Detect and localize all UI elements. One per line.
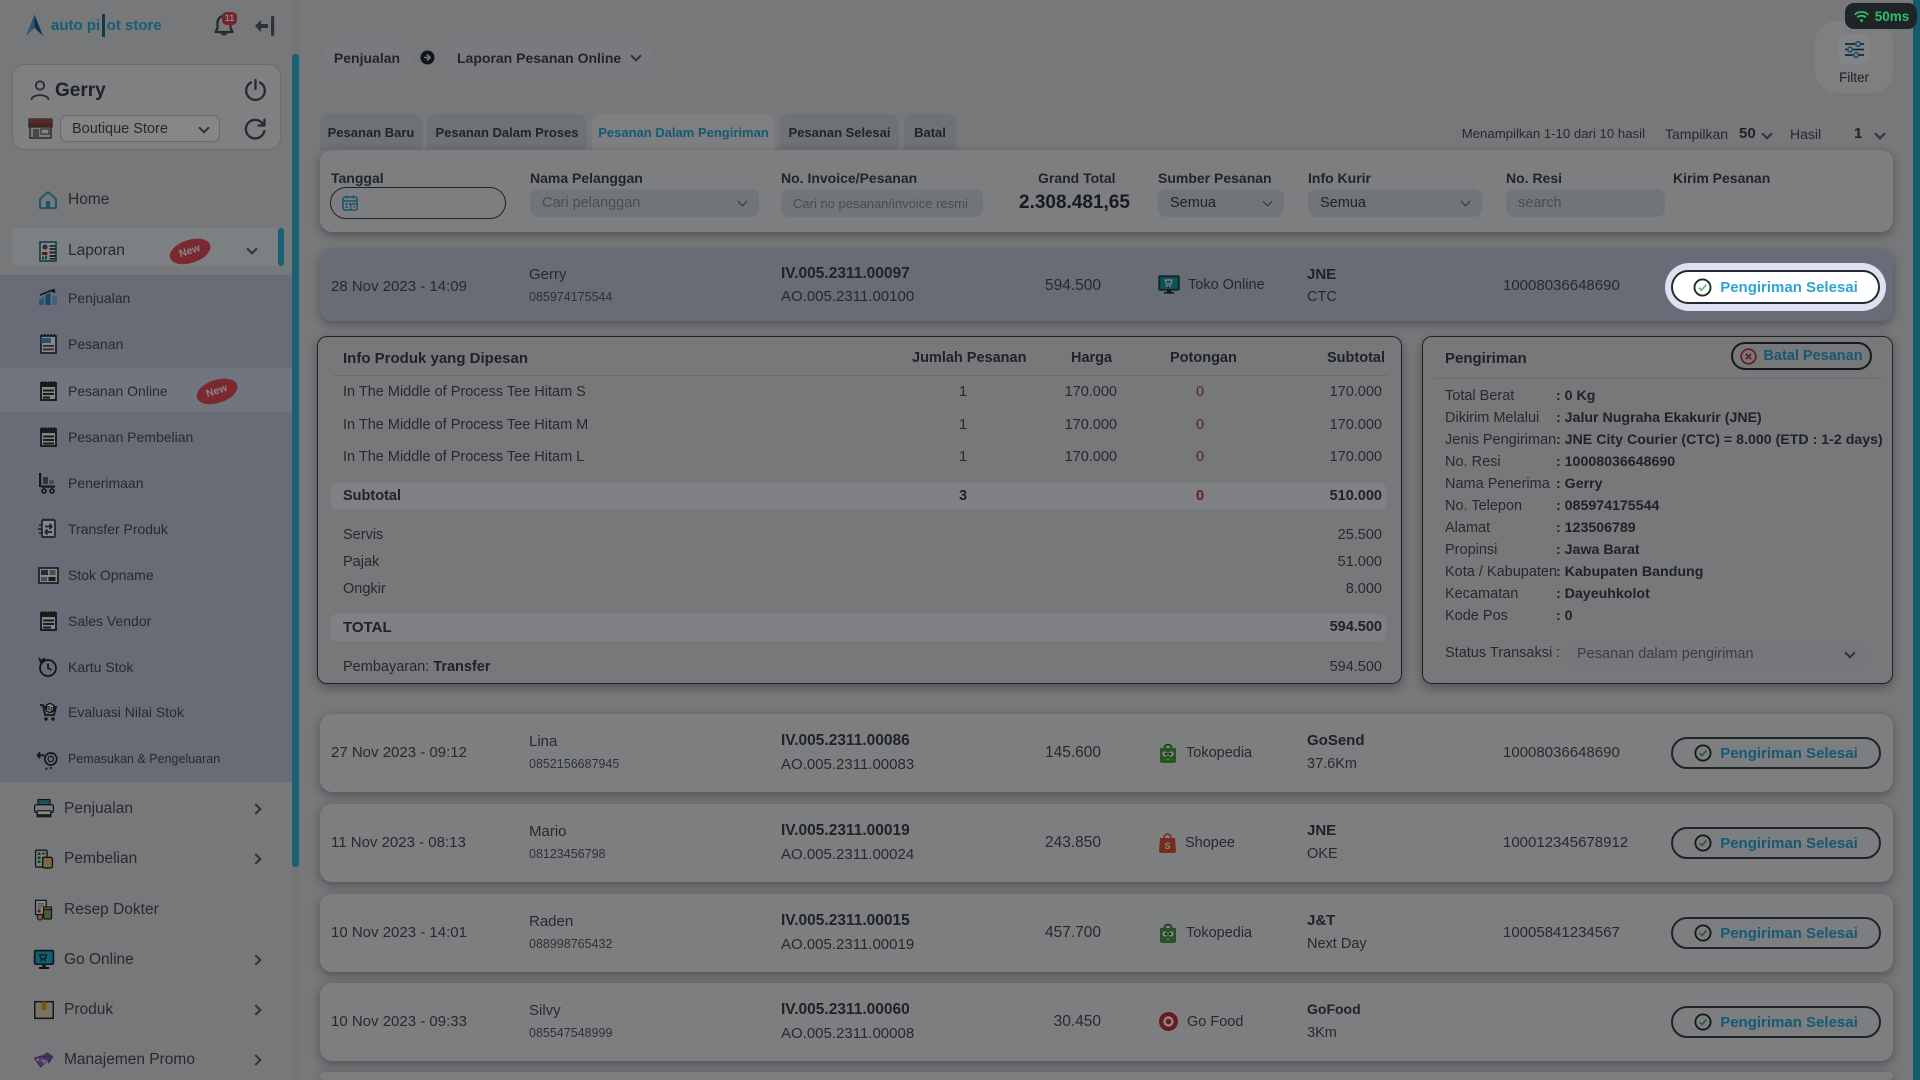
svg-text:S: S bbox=[1164, 841, 1170, 851]
svg-text:%: % bbox=[41, 1058, 48, 1066]
svg-text:Rp: Rp bbox=[46, 706, 55, 713]
